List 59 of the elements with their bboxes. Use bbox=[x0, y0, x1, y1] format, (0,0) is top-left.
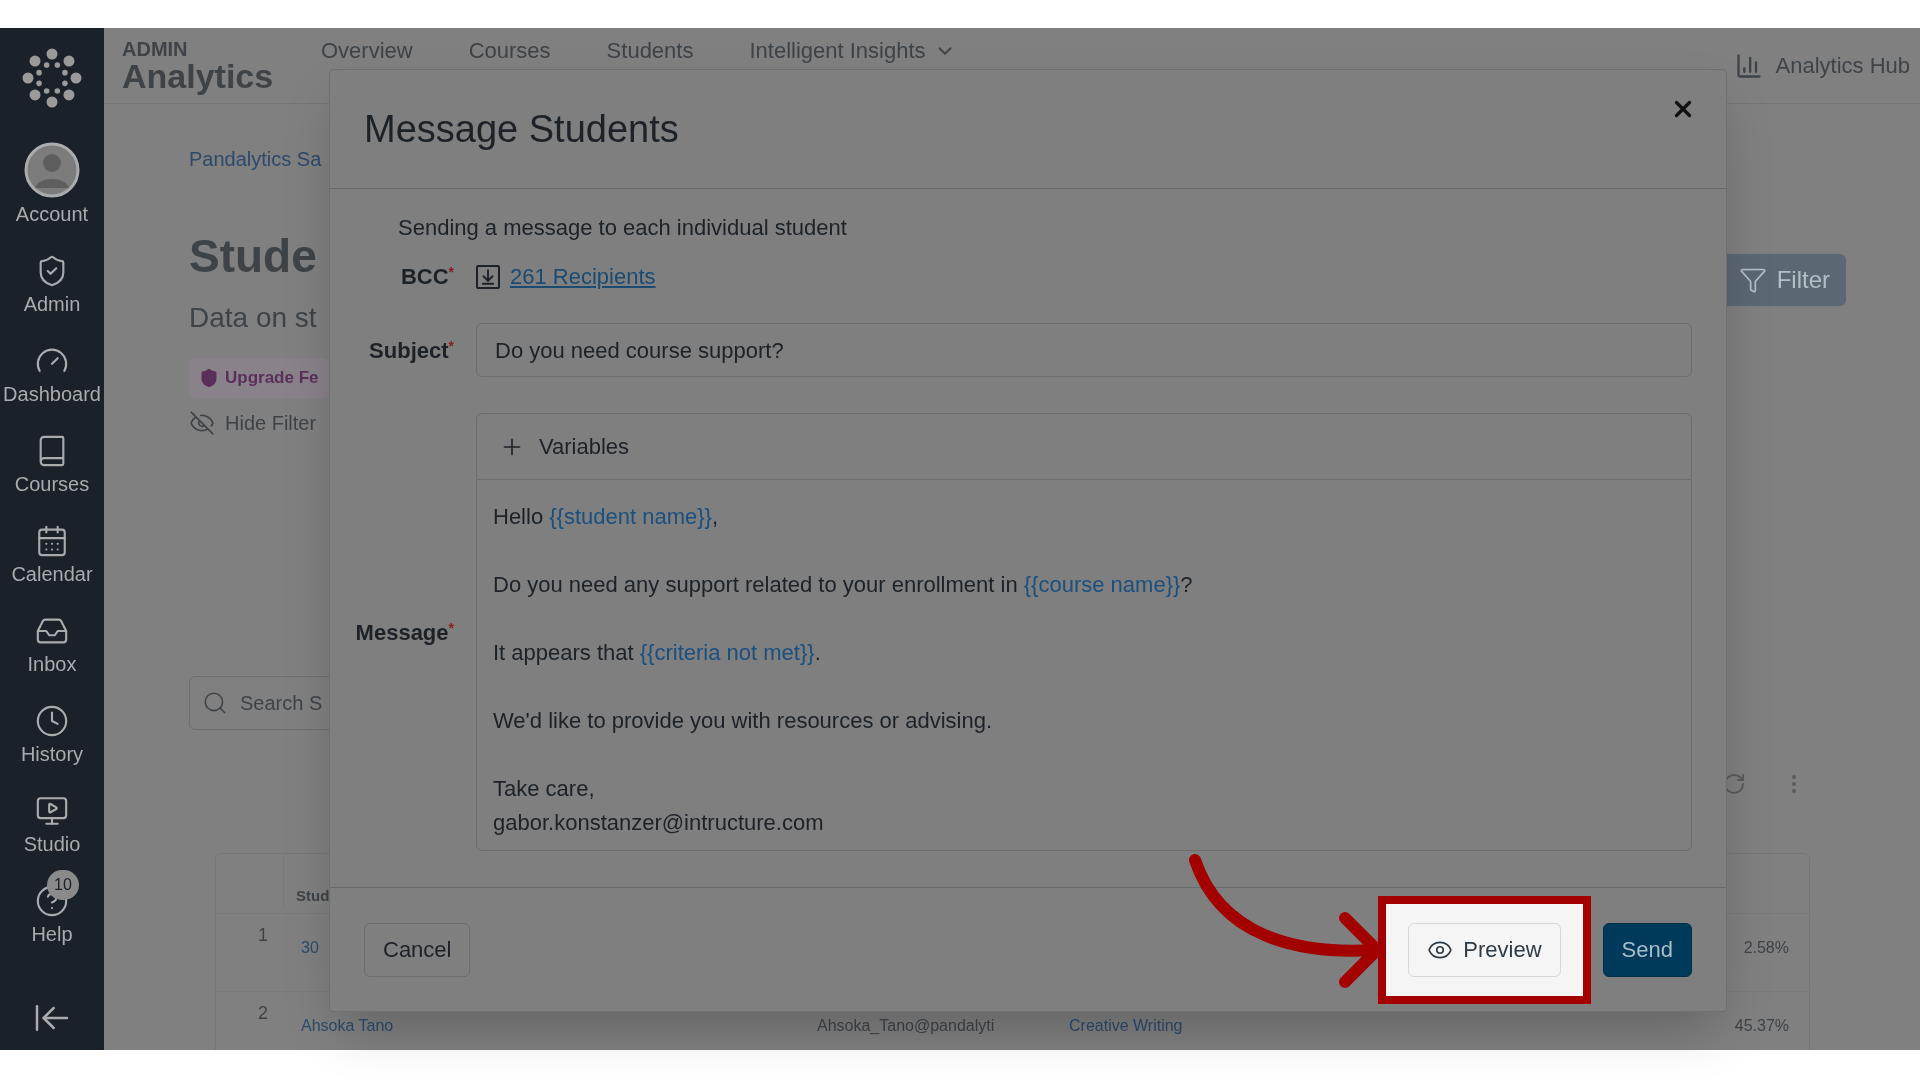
breadcrumb[interactable]: Pandalytics Sa bbox=[189, 144, 322, 174]
table-cell[interactable]: 30 bbox=[301, 939, 319, 956]
clock-icon bbox=[35, 704, 69, 738]
sidebar-item[interactable]: Calendar bbox=[0, 510, 104, 600]
app-title: Analytics bbox=[122, 58, 274, 93]
message-line: It appears that {{criteria not met}}. bbox=[493, 639, 821, 667]
logo-icon[interactable] bbox=[22, 48, 82, 108]
monitor-icon bbox=[35, 794, 69, 828]
nav-tab[interactable]: Overview bbox=[321, 40, 413, 62]
page-heading: Stude bbox=[189, 229, 317, 284]
dialog-title: Message Students bbox=[364, 106, 679, 152]
variables-toolbar[interactable]: Variables bbox=[477, 414, 1691, 480]
header-overline: ADMIN bbox=[122, 38, 188, 59]
upgrade-badge: Upgrade Fe bbox=[189, 358, 329, 398]
table-cell: 2.58% bbox=[1743, 939, 1789, 956]
search-icon bbox=[202, 690, 228, 716]
message-line: We'd like to provide you with resources or advising. bbox=[493, 707, 993, 735]
table-cell: 45.37% bbox=[1734, 1017, 1789, 1034]
nav-tab[interactable]: Courses bbox=[468, 40, 551, 62]
field-label: BCC$^{*}$ bbox=[400, 263, 454, 291]
sidebar-item[interactable]: Account bbox=[0, 128, 104, 240]
field-label: Subject$^{*}$ bbox=[369, 336, 454, 365]
recipients-link[interactable]: 261 Recipients bbox=[510, 260, 656, 293]
analytics-hub-link[interactable]: Analytics Hub bbox=[1735, 49, 1910, 82]
nav-tab[interactable]: Students bbox=[606, 40, 694, 62]
preview-button[interactable]: Preview bbox=[1408, 922, 1561, 977]
column-header: Stud bbox=[296, 885, 330, 906]
download-icon[interactable] bbox=[476, 264, 500, 289]
field-label: Message$^{*}$ bbox=[355, 618, 454, 647]
sidebar-item[interactable]: Inbox bbox=[0, 600, 104, 690]
row-number: 1 bbox=[257, 924, 268, 947]
send-button[interactable]: Send bbox=[1602, 922, 1692, 977]
nav-tab[interactable]: Intelligent Insights bbox=[749, 40, 956, 62]
avatar-icon bbox=[24, 142, 80, 198]
hide-filters-toggle[interactable]: Hide Filter bbox=[189, 408, 317, 438]
bar-chart-icon bbox=[1735, 51, 1764, 80]
message-line: Hello {{student name}}, bbox=[493, 503, 719, 531]
sidebar-item[interactable]: History bbox=[0, 690, 104, 780]
cancel-button[interactable]: Cancel bbox=[364, 922, 471, 977]
shield-icon bbox=[199, 368, 219, 388]
table-cell[interactable]: Ahsoka Tano bbox=[301, 1017, 394, 1034]
sidebar-item[interactable]: Help 10 bbox=[0, 870, 104, 960]
sidebar-item[interactable]: Admin bbox=[0, 240, 104, 330]
message-line: Take care, bbox=[493, 775, 595, 803]
row-number: 2 bbox=[257, 1002, 268, 1025]
sidebar-item[interactable]: Dashboard bbox=[0, 330, 104, 420]
subject-field[interactable]: Do you need course support? bbox=[476, 323, 1692, 377]
sidebar-item[interactable]: Courses bbox=[0, 420, 104, 510]
eye-off-icon bbox=[189, 410, 215, 436]
page-subheading: Data on st bbox=[189, 301, 317, 335]
notification-badge: 10 bbox=[47, 870, 79, 900]
calendar-icon bbox=[35, 524, 69, 558]
filter-icon bbox=[1738, 266, 1767, 294]
table-cell: Ahsoka_Tano@pandalyti bbox=[817, 1017, 995, 1034]
message-line: gabor.konstanzer@intructure.com bbox=[493, 809, 824, 837]
sidebar-item[interactable]: Studio bbox=[0, 780, 104, 870]
table-cell: Creative Writing bbox=[1069, 1017, 1183, 1034]
message-line: Do you need any support related to your enrollment in {{course name}}? bbox=[493, 571, 1193, 599]
intro-text: Sending a message to each individual student bbox=[398, 214, 847, 242]
